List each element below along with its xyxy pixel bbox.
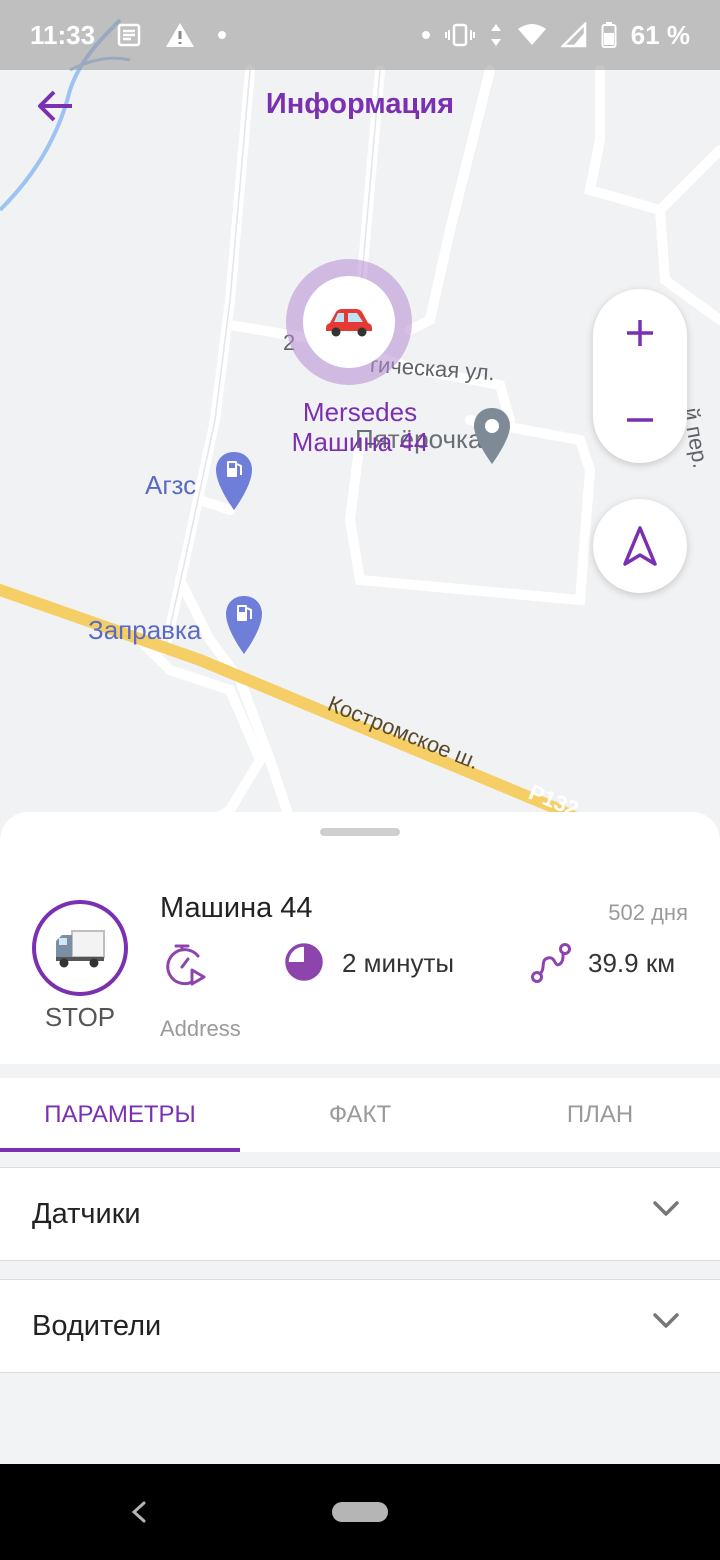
distance: 39.9 км (588, 948, 676, 978)
duration-pie-icon (284, 942, 324, 987)
zoom-control (593, 289, 687, 463)
tab-indicator (0, 1148, 240, 1152)
vehicle-status-text: STOP (44, 1002, 116, 1032)
chevron-left-icon (131, 1501, 146, 1523)
section-sensors-label: Датчики (32, 1198, 141, 1230)
map-view[interactable]: 2 гическая ул. Костромское ш. й пер. Р13… (0, 0, 720, 860)
data-arrows-icon (489, 22, 503, 48)
speed-play-icon (162, 942, 208, 993)
vehicle-marker-model: Mersedes (302, 397, 418, 427)
plus-icon (627, 319, 653, 346)
zoom-out-button[interactable] (593, 376, 687, 463)
sheet-drag-handle[interactable] (320, 828, 400, 836)
news-icon (117, 23, 143, 47)
chevron-down-icon (653, 1201, 679, 1216)
poi-label-agzs[interactable]: Агзс (145, 470, 196, 501)
vehicle-status-indicator (32, 900, 128, 996)
tab-parameters[interactable]: ПАРАМЕТРЫ (0, 1078, 240, 1152)
vehicle-name: Машина 44 (160, 892, 313, 924)
dot-icon (217, 30, 227, 40)
navigation-arrow-icon (623, 526, 657, 566)
zoom-in-button[interactable] (593, 289, 687, 376)
tab-fact[interactable]: ФАКТ (240, 1078, 480, 1152)
truck-icon (56, 930, 105, 968)
tab-plan[interactable]: ПЛАН (480, 1078, 720, 1152)
stop-duration: 2 минуты (342, 948, 455, 978)
poi-label-zapravka[interactable]: Заправка (88, 615, 201, 646)
gas-station-icon[interactable] (224, 594, 264, 661)
warning-icon (165, 22, 195, 48)
signal-icon (560, 22, 587, 48)
chevron-down-icon (653, 1313, 679, 1328)
section-drivers-label: Водители (32, 1310, 162, 1342)
nav-home-button[interactable] (332, 1502, 388, 1522)
route-icon (530, 942, 572, 989)
minus-icon (627, 417, 653, 422)
locate-button[interactable] (593, 499, 687, 593)
battery-percent: 61 % (630, 19, 690, 50)
gas-station-icon[interactable] (214, 450, 254, 517)
vehicle-address: Address (160, 1016, 241, 1041)
car-icon (326, 309, 372, 337)
battery-icon (601, 21, 617, 49)
section-sensors[interactable]: Датчики (0, 1167, 720, 1261)
vehicle-marker[interactable] (303, 276, 395, 368)
dot-icon (421, 30, 431, 40)
screen: 2 гическая ул. Костромское ш. й пер. Р13… (0, 0, 720, 1560)
vehicle-summary[interactable]: STOP Машина 44 502 дня 2 минуты 39.9 км … (0, 812, 720, 1064)
tab-bar: ПАРАМЕТРЫ ФАКТ ПЛАН (0, 1078, 720, 1152)
bottom-sheet: STOP Машина 44 502 дня 2 минуты 39.9 км … (0, 812, 720, 1464)
vehicle-marker-label[interactable]: Mersedes Машина 44 (230, 397, 490, 457)
status-bar: 11:33 61 % (0, 0, 720, 70)
vibrate-icon (444, 23, 475, 47)
page-title: Информация (265, 88, 455, 120)
section-drivers[interactable]: Водители (0, 1279, 720, 1373)
status-time: 11:33 (30, 19, 96, 50)
system-nav-bar (0, 1464, 720, 1560)
nav-back-button[interactable] (128, 1500, 150, 1529)
vehicle-marker-name: Машина 44 (291, 427, 429, 457)
wifi-icon (517, 23, 547, 47)
vehicle-age: 502 дня (608, 900, 688, 925)
